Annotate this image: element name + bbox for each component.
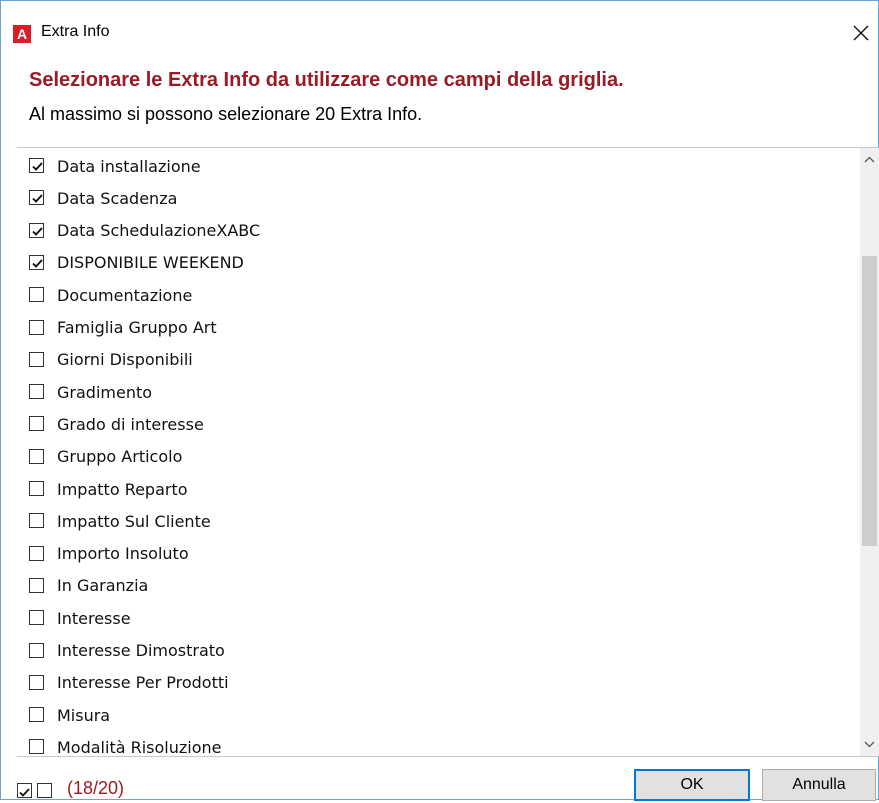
item-label: Data SchedulazioneXABC xyxy=(57,221,261,241)
item-label: Famiglia Gruppo Art xyxy=(57,318,217,337)
item-label: Modalità Risoluzione xyxy=(57,737,222,757)
item-label: Interesse Dimostrato xyxy=(57,641,225,660)
item-checkbox[interactable] xyxy=(29,416,44,432)
item-label: Impatto Reparto xyxy=(57,479,188,499)
scroll-down-button[interactable] xyxy=(860,734,879,754)
app-logo-icon: A xyxy=(13,25,31,43)
checkmark-icon xyxy=(32,162,43,171)
chevron-up-icon xyxy=(864,156,875,163)
list-item[interactable]: Misura xyxy=(17,699,857,731)
item-checkbox[interactable] xyxy=(29,448,44,464)
item-checkbox[interactable] xyxy=(29,642,44,658)
instruction-heading: Selezionare le Extra Info da utilizzare … xyxy=(29,69,624,91)
vertical-scrollbar[interactable] xyxy=(860,148,879,756)
item-checkbox[interactable] xyxy=(29,674,44,690)
list-item[interactable]: In Garanzia xyxy=(17,570,857,602)
item-label: Grado di interesse xyxy=(57,414,204,434)
checkmark-icon xyxy=(32,194,43,204)
item-checkbox[interactable] xyxy=(29,222,44,238)
item-label: Interesse Per Prodotti xyxy=(57,673,229,693)
checkmark-icon xyxy=(19,788,30,797)
list-item[interactable]: Data Scadenza xyxy=(17,182,857,214)
item-checkbox[interactable] xyxy=(29,351,44,367)
ok-button[interactable]: OK xyxy=(634,769,750,801)
selection-counter: (18/20) xyxy=(67,778,125,798)
window-title: Extra Info xyxy=(41,23,110,40)
scroll-up-button[interactable] xyxy=(860,150,879,170)
item-label: Misura xyxy=(57,705,111,725)
list-item[interactable]: Interesse Dimostrato xyxy=(17,635,857,667)
item-checkbox[interactable] xyxy=(29,190,44,206)
item-checkbox[interactable] xyxy=(29,254,44,270)
item-label: In Garanzia xyxy=(57,576,149,596)
close-button[interactable] xyxy=(843,15,879,51)
extra-info-dialog: A Extra Info Selezionare le Extra Info d… xyxy=(0,0,879,801)
item-label: Data Scadenza xyxy=(57,188,178,208)
item-checkbox[interactable] xyxy=(29,545,44,561)
list-item[interactable]: Importo Insoluto xyxy=(17,538,857,570)
instruction-subheading: Al massimo si possono selezionare 20 Ext… xyxy=(29,104,423,124)
list-item[interactable]: Gruppo Articolo xyxy=(17,441,857,473)
checkmark-icon xyxy=(32,259,43,268)
item-label: Interesse xyxy=(57,608,131,628)
item-checkbox[interactable] xyxy=(29,287,44,303)
list-item[interactable]: Grado di interesse xyxy=(17,408,857,440)
deselect-all-checkbox[interactable] xyxy=(37,783,52,798)
close-icon xyxy=(853,25,869,41)
item-label: Gradimento xyxy=(57,382,153,402)
item-checkbox[interactable] xyxy=(29,707,44,723)
select-all-checkbox[interactable] xyxy=(17,783,32,798)
list-item[interactable]: Interesse Per Prodotti xyxy=(17,667,857,699)
cancel-button[interactable]: Annulla xyxy=(762,769,876,801)
item-checkbox[interactable] xyxy=(29,158,44,173)
item-checkbox[interactable] xyxy=(29,610,44,626)
item-checkbox[interactable] xyxy=(29,513,44,529)
item-label: Gruppo Articolo xyxy=(57,447,183,467)
scrollbar-thumb[interactable] xyxy=(862,256,877,546)
list-item[interactable]: DISPONIBILE WEEKEND xyxy=(17,247,857,279)
list-item[interactable]: Giorni Disponibili xyxy=(17,344,857,376)
item-label: Importo Insoluto xyxy=(57,544,189,564)
list-item[interactable]: Famiglia Gruppo Art xyxy=(17,312,857,344)
item-checkbox[interactable] xyxy=(29,481,44,496)
extra-info-list: Data installazione Data Scadenza Data Sche… xyxy=(17,147,879,757)
list-item[interactable]: Gradimento xyxy=(17,376,857,408)
item-label: Giorni Disponibili xyxy=(57,350,193,370)
item-checkbox[interactable] xyxy=(29,739,44,755)
item-checkbox[interactable] xyxy=(29,319,44,335)
item-label: Data installazione xyxy=(57,156,201,176)
list-item[interactable]: Data installazione xyxy=(17,150,857,182)
chevron-down-icon xyxy=(864,741,875,748)
item-checkbox[interactable] xyxy=(29,577,44,593)
item-label: Documentazione xyxy=(57,285,193,305)
list-item[interactable]: Impatto Reparto xyxy=(17,473,857,505)
list-item[interactable]: Data SchedulazioneXABC xyxy=(17,215,857,247)
item-label: DISPONIBILE WEEKEND xyxy=(57,253,244,273)
item-checkbox[interactable] xyxy=(29,384,44,400)
title-bar: A Extra Info xyxy=(1,1,878,64)
list-item[interactable]: Modalità Risoluzione xyxy=(17,731,857,757)
checkmark-icon xyxy=(32,226,43,236)
list-item[interactable]: Documentazione xyxy=(17,279,857,311)
list-item[interactable]: Interesse xyxy=(17,602,857,634)
item-label: Impatto Sul Cliente xyxy=(57,511,211,531)
list-item[interactable]: Impatto Sul Cliente xyxy=(17,505,857,537)
